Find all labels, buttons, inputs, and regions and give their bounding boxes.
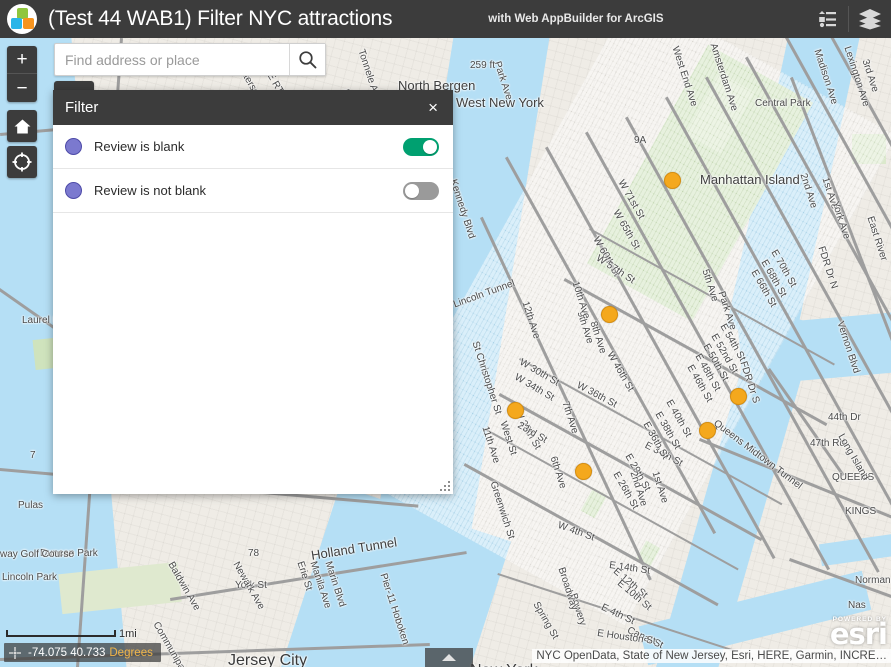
- scale-bar-label: 1mi: [119, 628, 137, 640]
- layers-icon[interactable]: [849, 0, 891, 38]
- filter-row: Review is blank: [53, 125, 453, 169]
- legend-icon[interactable]: [806, 0, 848, 38]
- zoom-controls: + −: [7, 46, 37, 102]
- attraction-marker[interactable]: [574, 462, 592, 480]
- panel-title: Filter: [65, 99, 99, 116]
- search-icon[interactable]: [289, 44, 325, 75]
- search-bar[interactable]: [54, 43, 326, 76]
- filter-panel-header: Filter ×: [53, 90, 453, 125]
- attraction-marker[interactable]: [506, 401, 524, 419]
- scale-bar-line: [6, 630, 116, 637]
- crosshair-icon: [8, 646, 22, 660]
- filter-row-label: Review is not blank: [94, 183, 206, 198]
- attraction-marker[interactable]: [600, 305, 618, 323]
- panel-resize-handle[interactable]: [440, 481, 450, 491]
- home-icon[interactable]: [7, 110, 37, 142]
- toggle-knob: [423, 139, 437, 154]
- close-icon[interactable]: ×: [425, 97, 441, 118]
- coordinate-value: -74.075 40.733: [28, 646, 106, 659]
- filter-toggle[interactable]: [403, 181, 439, 200]
- filter-panel-body: Review is blank Review is not blank: [53, 125, 453, 494]
- attraction-marker[interactable]: [729, 387, 747, 405]
- filter-toggle[interactable]: [403, 137, 439, 156]
- filter-row-label: Review is blank: [94, 139, 185, 154]
- web-appbuilder-app: (Test 44 WAB1) Filter NYC attractions wi…: [0, 0, 891, 667]
- coordinate-widget[interactable]: -74.075 40.733 Degrees: [4, 643, 161, 662]
- attraction-marker[interactable]: [698, 421, 716, 439]
- filter-list: Review is blank Review is not blank: [53, 125, 453, 213]
- app-subtitle: with Web AppBuilder for ArcGIS: [488, 13, 664, 25]
- zoom-out-button[interactable]: −: [7, 74, 37, 102]
- header-tools: [806, 0, 891, 38]
- app-title: (Test 44 WAB1) Filter NYC attractions: [48, 7, 393, 30]
- map-attribution: NYC OpenData, State of New Jersey, Esri,…: [532, 649, 891, 663]
- filter-symbol-swatch: [65, 182, 82, 199]
- attraction-marker[interactable]: [663, 171, 681, 189]
- locate-icon[interactable]: [7, 146, 37, 178]
- webappbuilder-logo-icon: [0, 0, 44, 38]
- toggle-knob: [405, 183, 419, 198]
- coordinate-unit: Degrees: [109, 646, 153, 659]
- filter-widget-panel: Filter × Review is blank Review is not bl…: [53, 90, 453, 494]
- app-header: (Test 44 WAB1) Filter NYC attractions wi…: [0, 0, 891, 38]
- search-input[interactable]: [55, 44, 289, 75]
- zoom-in-button[interactable]: +: [7, 46, 37, 74]
- chevron-up-icon[interactable]: [425, 648, 473, 667]
- filter-symbol-swatch: [65, 138, 82, 155]
- filter-row: Review is not blank: [53, 169, 453, 213]
- scale-bar: 1mi: [6, 628, 137, 640]
